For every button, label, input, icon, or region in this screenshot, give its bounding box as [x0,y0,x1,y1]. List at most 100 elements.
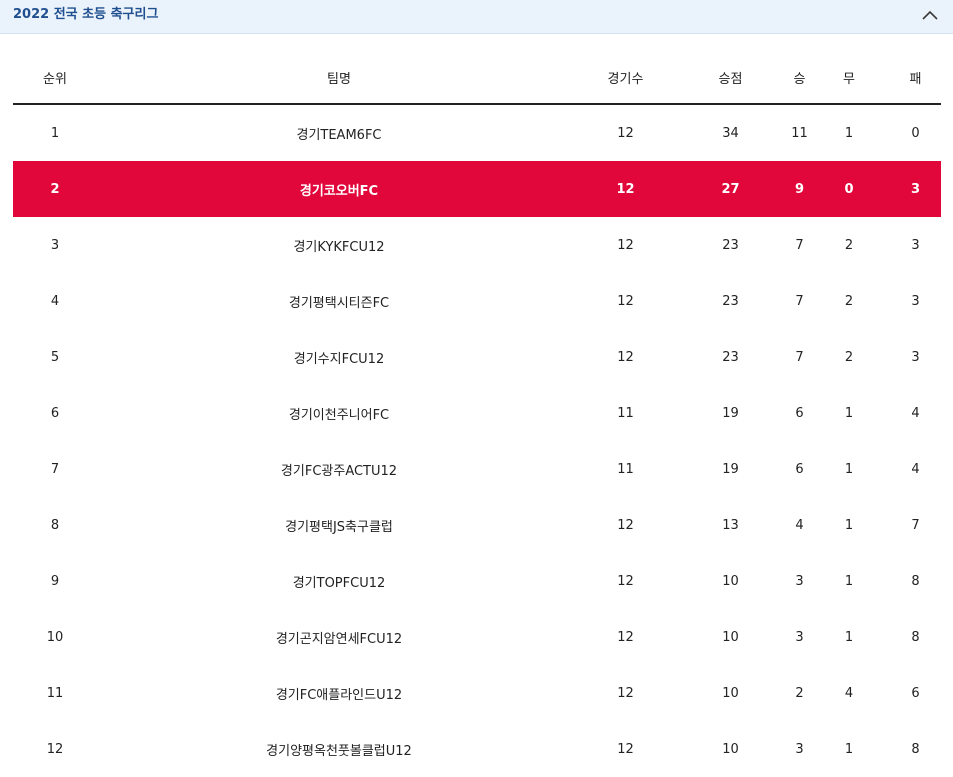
cell-rank: 12 [46,741,64,757]
cell-points: 23 [722,293,739,309]
cell-rank: 10 [46,629,64,645]
cell-points: 10 [722,629,739,645]
chevron-up-icon [922,10,938,20]
cell-rank: 1 [50,125,60,141]
cell-team-name: 경기TOPFCU12 [292,575,386,591]
cell-points: 34 [722,125,739,141]
cell-losses: 3 [911,349,920,365]
cell-team-name: 경기FC광주ACTU12 [280,463,398,479]
cell-games: 12 [617,629,634,645]
league-title: 2022 전국 초등 축구리그 [13,7,159,22]
cell-games: 11 [617,461,634,477]
cell-games: 11 [617,405,634,421]
table-row: 6 경기이천주니어FC 11 19 6 1 4 [13,385,941,441]
cell-points: 10 [722,741,739,757]
cell-rank: 7 [50,461,60,477]
column-header-team: 팀명 [97,52,581,105]
cell-team-name: 경기수지FCU12 [293,351,385,367]
cell-rank: 2 [13,161,97,217]
cell-wins: 7 [795,349,804,365]
cell-draws: 1 [844,125,854,141]
cell-wins: 7 [795,293,804,309]
cell-losses: 6 [911,685,920,701]
column-header-win: 승 [791,52,808,105]
cell-losses: 0 [911,125,920,141]
collapse-toggle-button[interactable] [915,2,945,28]
cell-losses: 3 [911,237,920,253]
cell-games: 12 [581,161,670,217]
column-header-loss: 패 [890,52,941,105]
cell-wins: 3 [795,741,804,757]
cell-team-name: 경기양평옥천풋볼클럽U12 [266,743,412,759]
table-header-row: 순위 팀명 경기수 승점 승 무 패 [13,52,941,105]
cell-draws: 1 [844,517,854,533]
cell-team-name: 경기KYKFCU12 [293,239,385,255]
column-header-draw: 무 [808,52,890,105]
cell-rank: 4 [50,293,60,309]
cell-rank: 9 [50,573,60,589]
cell-wins: 6 [795,461,804,477]
table-row: 9 경기TOPFCU12 12 10 3 1 8 [13,553,941,609]
table-row: 11 경기FC애플라인드U12 12 10 2 4 6 [13,665,941,721]
cell-losses: 4 [911,405,920,421]
table-row: 5 경기수지FCU12 12 23 7 2 3 [13,329,941,385]
cell-wins: 3 [795,629,804,645]
cell-wins: 11 [791,125,808,141]
cell-losses: 3 [890,161,941,217]
cell-draws: 2 [844,293,854,309]
cell-points: 19 [722,405,739,421]
cell-games: 12 [617,237,634,253]
table-row: 12 경기양평옥천풋볼클럽U12 12 10 3 1 8 [13,721,941,777]
cell-rank: 8 [50,517,60,533]
cell-draws: 1 [844,573,854,589]
column-header-points: 승점 [670,52,791,105]
cell-losses: 8 [911,629,920,645]
cell-wins: 9 [791,161,808,217]
cell-team-name: 경기TEAM6FC [296,127,382,143]
cell-points: 19 [722,461,739,477]
column-header-rank: 순위 [13,52,97,105]
cell-rank: 6 [50,405,60,421]
cell-rank: 11 [46,685,64,701]
table-row: 1 경기TEAM6FC 12 34 11 1 0 [13,104,941,161]
cell-losses: 4 [911,461,920,477]
cell-losses: 8 [911,741,920,757]
cell-losses: 8 [911,573,920,589]
standings-table: 순위 팀명 경기수 승점 승 무 패 1 경기TEAM6FC 12 34 11 1 0 2 경기… [13,52,941,777]
cell-games: 12 [617,741,634,757]
cell-wins: 3 [795,573,804,589]
cell-draws: 2 [844,349,854,365]
standings-table-wrap: 순위 팀명 경기수 승점 승 무 패 1 경기TEAM6FC 12 34 11 1 0 2 경기… [13,52,941,777]
cell-losses: 3 [911,293,920,309]
cell-team-name: 경기평택JS축구클럽 [285,519,393,535]
cell-team-name: 경기곤지암연세FCU12 [275,631,403,647]
cell-wins: 6 [795,405,804,421]
table-row: 10 경기곤지암연세FCU12 12 10 3 1 8 [13,609,941,665]
cell-draws: 4 [844,685,854,701]
cell-games: 12 [617,349,634,365]
cell-points: 13 [722,517,739,533]
cell-games: 12 [617,685,634,701]
cell-wins: 4 [795,517,804,533]
table-row: 4 경기평택시티즌FC 12 23 7 2 3 [13,273,941,329]
cell-points: 27 [670,161,791,217]
cell-draws: 1 [844,741,854,757]
cell-draws: 0 [808,161,890,217]
cell-games: 12 [617,517,634,533]
cell-draws: 1 [844,629,854,645]
table-row: 3 경기KYKFCU12 12 23 7 2 3 [13,217,941,273]
cell-wins: 7 [795,237,804,253]
table-row: 8 경기평택JS축구클럽 12 13 4 1 7 [13,497,941,553]
cell-points: 23 [722,349,739,365]
cell-draws: 1 [844,405,854,421]
cell-games: 12 [617,293,634,309]
cell-points: 10 [722,573,739,589]
table-row: 2 경기코오버FC 12 27 9 0 3 [13,161,941,217]
league-header-bar[interactable]: 2022 전국 초등 축구리그 [0,0,953,34]
table-row: 7 경기FC광주ACTU12 11 19 6 1 4 [13,441,941,497]
cell-team-name: 경기이천주니어FC [288,407,390,423]
cell-games: 12 [617,573,634,589]
cell-points: 23 [722,237,739,253]
cell-draws: 1 [844,461,854,477]
cell-points: 10 [722,685,739,701]
